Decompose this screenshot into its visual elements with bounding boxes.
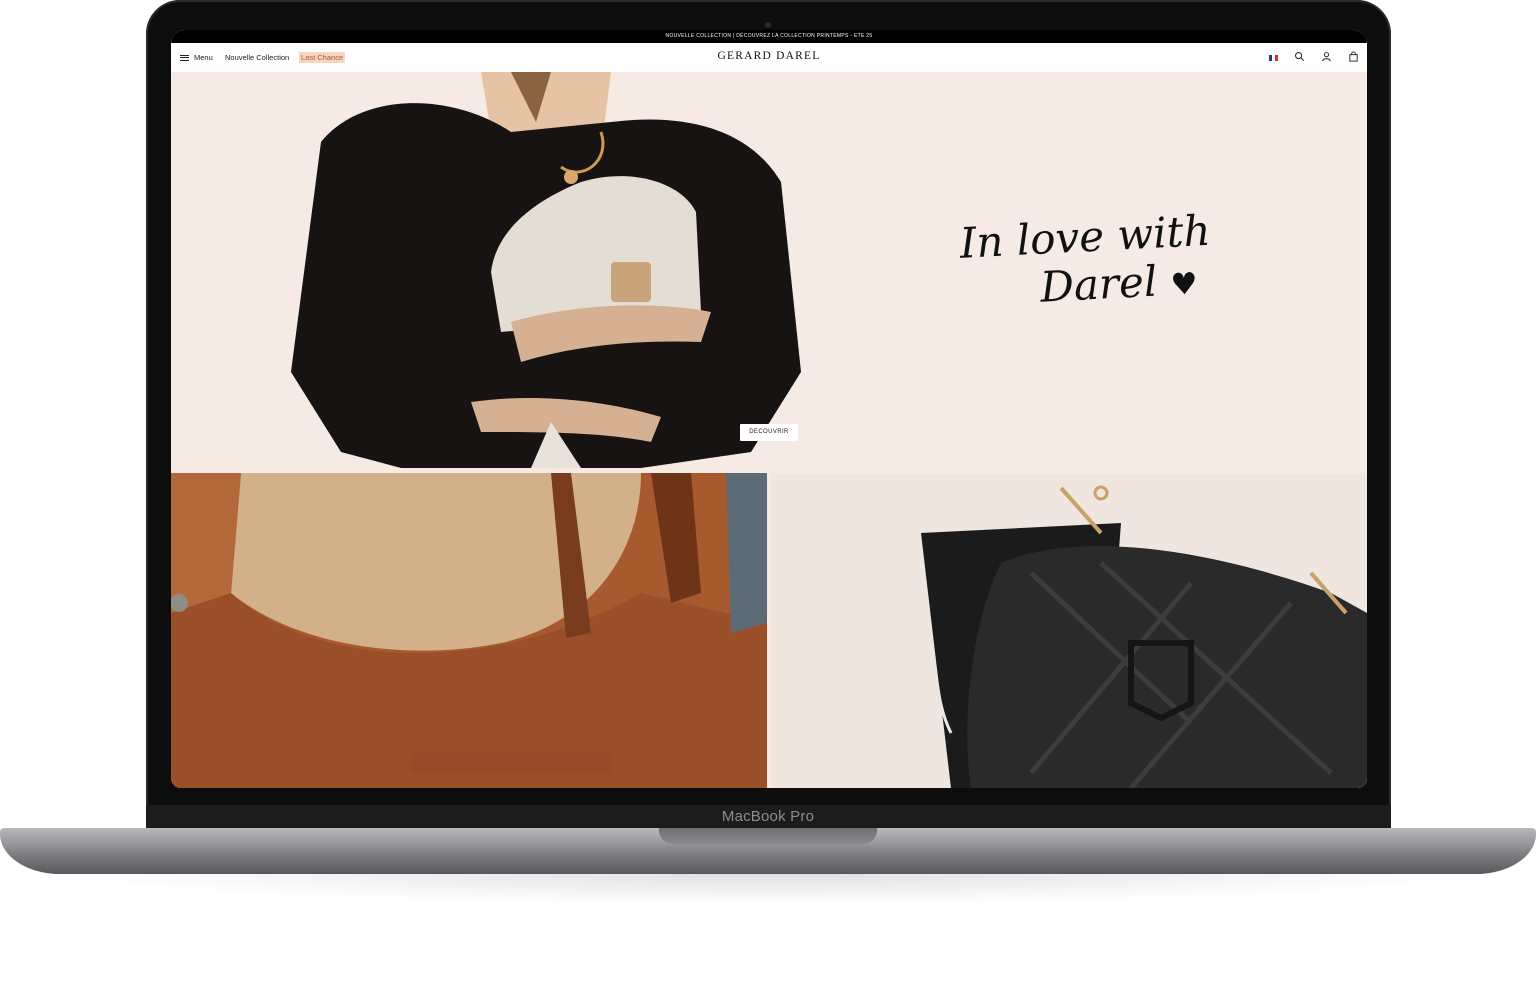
announcement-bar[interactable]: NOUVELLE COLLECTION | DÉCOUVREZ LA COLLE… xyxy=(171,30,1367,43)
laptop-shadow xyxy=(60,874,1476,904)
bag-icon[interactable] xyxy=(1348,51,1359,62)
black-bag-photo xyxy=(771,473,1367,788)
camera-icon xyxy=(765,22,771,28)
cognac-bag-photo xyxy=(171,473,767,788)
product-tile-black-bag[interactable] xyxy=(771,473,1367,788)
site-header: Menu Nouvelle Collection Last Chance GER… xyxy=(171,43,1367,72)
hero-script-line2: Darel xyxy=(1038,256,1159,312)
hero-script-headline: In love with Darel ♥ xyxy=(959,204,1264,321)
account-icon[interactable] xyxy=(1321,51,1332,62)
device-label: MacBook Pro xyxy=(721,808,815,825)
hero-model-photo xyxy=(281,72,801,468)
brand-logo[interactable]: GERARD DAREL xyxy=(171,50,1367,62)
header-icons xyxy=(1269,51,1359,62)
screen: NOUVELLE COLLECTION | DÉCOUVREZ LA COLLE… xyxy=(171,30,1367,788)
hero-banner[interactable]: In love with Darel ♥ DECOUVRIR xyxy=(171,72,1367,468)
discover-button[interactable]: DECOUVRIR xyxy=(740,424,798,441)
search-icon[interactable] xyxy=(1294,51,1305,62)
flag-icon[interactable] xyxy=(1269,54,1278,61)
heart-icon: ♥ xyxy=(1169,266,1199,303)
laptop-notch xyxy=(659,828,877,844)
product-tile-cognac-bag[interactable] xyxy=(171,473,767,788)
